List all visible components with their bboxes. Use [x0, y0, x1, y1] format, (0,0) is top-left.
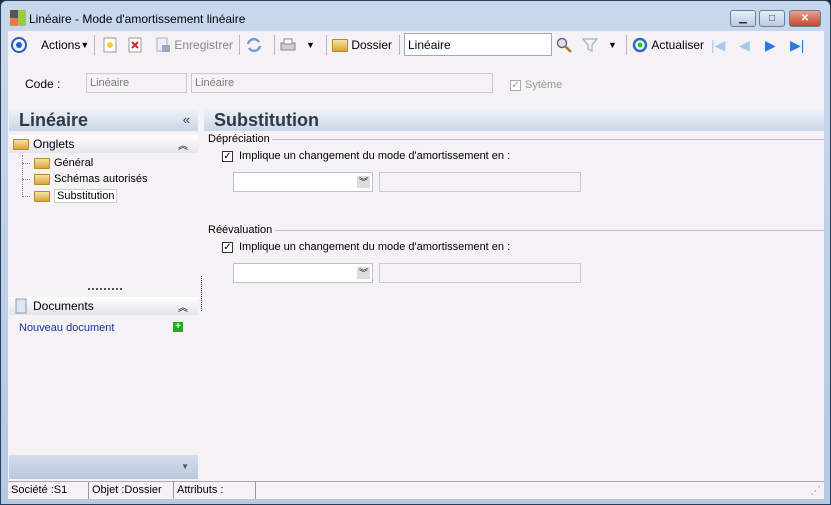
code-label: Code :	[25, 77, 61, 91]
magnifier-icon	[556, 37, 572, 53]
tree-item-substitution[interactable]: Substitution	[22, 189, 118, 203]
client-area: Actions▼ Enregistrer ▼ Dossier ▼ Actuali…	[8, 31, 824, 499]
printer-icon	[280, 38, 296, 51]
caret-down-icon[interactable]: ▼	[306, 40, 315, 50]
maximize-button[interactable]: □	[759, 10, 785, 27]
double-chevron-down-icon[interactable]: ︾	[357, 176, 370, 188]
search-input[interactable]	[404, 33, 552, 56]
refresh-button[interactable]: Actualiser	[632, 33, 704, 57]
resize-grip-icon[interactable]: ⋰	[256, 482, 824, 499]
search-button[interactable]	[556, 33, 572, 57]
double-chevron-down-icon[interactable]: ︾	[357, 267, 370, 279]
next-record-button[interactable]: ▶	[765, 33, 776, 57]
window-title: Linéaire - Mode d'amortissement linéaire	[29, 12, 246, 26]
checkbox-label: Implique un changement du mode d'amortis…	[239, 150, 511, 162]
revaluation-text[interactable]	[379, 263, 581, 283]
previous-record-button[interactable]: ◀	[739, 33, 750, 57]
refresh-icon	[632, 37, 648, 53]
save-icon	[156, 37, 170, 52]
delete-icon	[128, 37, 142, 53]
tree-item-general[interactable]: Général	[22, 157, 93, 169]
vertical-splitter[interactable]	[201, 276, 202, 311]
main-title: Substitution	[204, 109, 824, 131]
folder-icon	[34, 173, 50, 185]
window: Linéaire - Mode d'amortissement linéaire…	[0, 0, 831, 505]
first-record-button[interactable]: |◀	[711, 33, 725, 57]
save-label: Enregistrer	[174, 38, 234, 52]
revaluation-checkbox[interactable]: ✓ Implique un changement du mode d'amorti…	[222, 241, 510, 253]
system-checkbox[interactable]: ✓ Sytème	[510, 79, 562, 91]
revaluation-combo[interactable]: ︾	[233, 263, 373, 283]
description-field[interactable]: Linéaire	[191, 73, 493, 93]
caret-down-icon: ▼	[80, 40, 90, 50]
minimize-button[interactable]: ▁	[730, 10, 756, 27]
close-button[interactable]: ✕	[789, 10, 821, 27]
refresh-label: Actualiser	[651, 38, 705, 52]
status-bar: Société :S1 Objet :Dossier Attributs : ⋰	[8, 481, 824, 499]
code-field[interactable]: Linéaire	[86, 73, 187, 93]
actions-menu[interactable]: Actions ▼	[41, 33, 89, 57]
system-label: Sytème	[525, 79, 563, 91]
filter-icon	[582, 38, 598, 52]
chevron-up-icon[interactable]: ︽	[178, 137, 188, 152]
status-attributes: Attributs :	[174, 482, 256, 499]
last-record-button[interactable]: ▶|	[790, 33, 804, 57]
status-company: Société :S1	[8, 482, 89, 499]
caret-down-icon[interactable]: ▼	[181, 462, 189, 471]
print-button[interactable]: ▼	[280, 33, 315, 57]
dossier-button[interactable]: Dossier	[332, 33, 392, 57]
add-icon[interactable]: +	[173, 322, 183, 332]
folder-icon	[34, 157, 50, 169]
collapse-icon[interactable]: «	[183, 112, 190, 127]
actions-label: Actions	[41, 38, 81, 52]
caret-down-icon[interactable]: ▼	[608, 40, 617, 50]
open-folder-icon	[34, 190, 50, 202]
new-document-link[interactable]: Nouveau document	[19, 322, 114, 334]
onglets-group-header[interactable]: Onglets ︽	[9, 135, 198, 153]
depreciation-combo[interactable]: ︾	[233, 172, 373, 192]
revaluation-legend: Réévaluation	[208, 224, 273, 236]
depreciation-text[interactable]	[379, 172, 581, 192]
sync-button[interactable]	[246, 33, 262, 57]
new-document-icon	[103, 37, 117, 53]
folder-icon	[13, 138, 29, 150]
delete-button[interactable]	[127, 33, 143, 57]
tree-item-label: Substitution	[54, 189, 118, 203]
app-icon	[10, 10, 26, 26]
tree-item-label: Général	[54, 157, 94, 169]
onglets-label: Onglets	[33, 137, 75, 151]
sync-icon	[246, 37, 262, 53]
checkbox-label: Implique un changement du mode d'amortis…	[239, 241, 511, 253]
status-object: Objet :Dossier	[89, 482, 174, 499]
target-icon[interactable]	[11, 33, 27, 57]
chevron-up-icon[interactable]: ︽	[178, 299, 188, 314]
depreciation-legend: Dépréciation	[208, 133, 270, 145]
document-icon	[15, 298, 27, 314]
depreciation-checkbox[interactable]: ✓ Implique un changement du mode d'amorti…	[222, 150, 510, 162]
dossier-label: Dossier	[351, 38, 393, 52]
documents-label: Documents	[33, 299, 94, 313]
panel-footer: ▼	[9, 455, 198, 479]
splitter-handle[interactable]	[88, 288, 122, 290]
documents-group-header[interactable]: Documents ︽	[9, 297, 198, 315]
left-panel-title: Linéaire «	[9, 109, 198, 131]
filter-button[interactable]: ▼	[582, 33, 617, 57]
new-button[interactable]	[102, 33, 118, 57]
folder-icon	[332, 38, 348, 52]
tree-item-label: Schémas autorisés	[54, 173, 148, 185]
tree-item-schemas[interactable]: Schémas autorisés	[22, 173, 148, 185]
save-button[interactable]: Enregistrer	[155, 33, 233, 57]
